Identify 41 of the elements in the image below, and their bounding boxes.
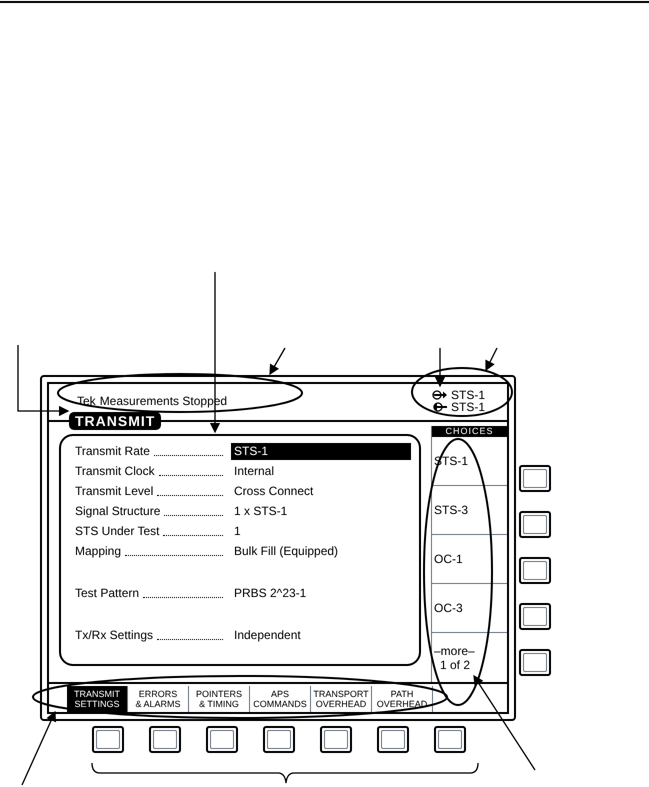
side-softkey[interactable]: [519, 649, 551, 676]
choices-header: CHOICES: [432, 426, 507, 437]
setting-value[interactable]: 1: [231, 522, 241, 540]
setting-label: Signal Structure: [75, 503, 160, 520]
setting-value[interactable]: Bulk Fill (Equipped): [231, 542, 338, 560]
setting-value[interactable]: STS-1: [231, 442, 411, 460]
signal-rate: STS-1: [450, 389, 485, 402]
setting-label: Transmit Rate: [75, 443, 150, 460]
choice-option[interactable]: OC-3: [434, 601, 507, 615]
bottom-softkey[interactable]: [263, 726, 295, 753]
setting-value[interactable]: 1 x STS-1: [231, 502, 288, 520]
signal-rate: STS-1: [450, 401, 485, 414]
page-indicator: 1 of 2: [439, 658, 472, 672]
mode-title: TRANSMIT: [69, 412, 162, 430]
setting-value[interactable]: Independent: [231, 626, 301, 644]
bottom-softkey[interactable]: [92, 726, 124, 753]
side-softkey[interactable]: [519, 511, 551, 538]
side-softkey[interactable]: [519, 465, 551, 492]
setting-value[interactable]: Internal: [231, 462, 274, 480]
setting-value[interactable]: PRBS 2^23-1: [231, 584, 306, 602]
side-softkey[interactable]: [519, 557, 551, 584]
transmit-arrow-icon: [432, 390, 448, 400]
bottom-softkey[interactable]: [434, 726, 466, 753]
receive-arrow-icon: [432, 402, 448, 412]
setting-label: Transmit Level: [75, 483, 154, 500]
bottom-softkey[interactable]: [377, 726, 409, 753]
choice-option[interactable]: STS-3: [434, 503, 507, 517]
side-softkey[interactable]: [519, 603, 551, 630]
setting-label: Test Pattern: [75, 585, 140, 602]
menu-tab[interactable]: TRANSMIT SETTINGS: [67, 686, 128, 712]
choice-option[interactable]: OC-1: [434, 552, 507, 566]
choice-option[interactable]: –more–: [434, 644, 507, 658]
setting-label: Tx/Rx Settings: [75, 627, 154, 644]
setting-label: Mapping: [75, 543, 122, 560]
setting-value[interactable]: Cross Connect: [231, 482, 314, 500]
setting-label: STS Under Test: [75, 523, 160, 540]
bottom-softkey[interactable]: [320, 726, 352, 753]
bottom-softkey[interactable]: [206, 726, 238, 753]
bottom-softkey[interactable]: [149, 726, 181, 753]
menu-tab[interactable]: TRANSPORT OVERHEAD: [311, 686, 372, 712]
setting-label: Transmit Clock: [75, 463, 155, 480]
